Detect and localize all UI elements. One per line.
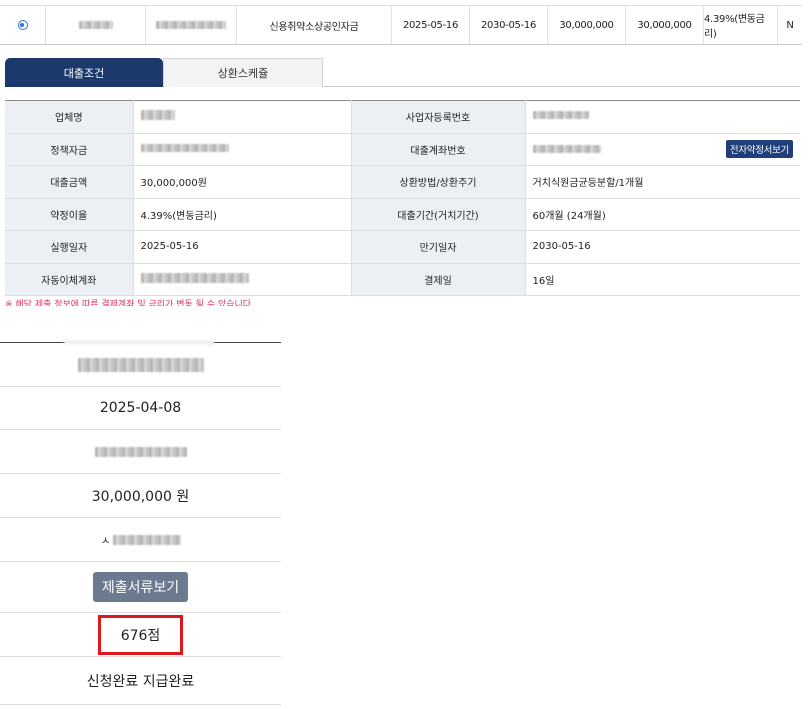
loan-radio[interactable] [0,6,46,44]
tab-loan-conditions[interactable]: 대출조건 [5,58,163,87]
application-status: 신청완료 지급완료 [0,657,281,705]
execution-date-label: 실행일자 [5,230,134,264]
manager-partial-char: ㅅ [100,533,111,547]
policy-fund-label: 정책자금 [5,133,134,166]
loan-row-start-date: 2025-05-16 [392,6,470,44]
redacted-header [64,340,214,345]
loan-account-value: 전자약정서보기 [525,133,800,166]
loan-period-value: 60개월 (24개월) [525,198,800,231]
credit-score: 676점 [97,614,184,655]
bizno-value [525,100,800,134]
application-date: 2025-04-08 [0,387,281,430]
loan-row[interactable]: 신용취약소상공인자금 2025-05-16 2030-05-16 30,000,… [0,5,802,45]
tab-bar: 대출조건 상환스케쥴 [5,58,800,87]
loan-row-rate: 4.39%(변동금리) [704,6,778,44]
maturity-date-label: 만기일자 [351,230,526,264]
interest-rate-value: 4.39%(변동금리) [133,198,352,231]
loan-row-company [146,6,237,44]
redacted-text [140,272,249,283]
redacted-text [78,21,113,29]
redacted-text [112,534,181,545]
loan-row-flag: N [786,19,794,31]
docs-row: 제출서류보기 [0,562,281,613]
company-value [133,100,352,134]
repay-method-value: 거치식원금균등분할/1개월 [525,165,800,199]
manager-row: ㅅ [0,518,281,562]
maturity-date-value: 2030-05-16 [525,230,800,264]
company-label: 업체명 [5,100,134,134]
redacted-text [94,446,187,457]
loan-account-label: 대출계좌번호 [351,133,526,166]
loan-row-end-date: 2030-05-16 [470,6,548,44]
redacted-text [77,357,204,372]
autopay-account-value [133,263,352,296]
payment-day-label: 결제일 [351,263,526,296]
redacted-text [532,145,601,154]
application-detail-list: 2025-04-08 30,000,000 원 ㅅ 제출서류보기 676점 신청… [0,340,281,705]
requested-amount: 30,000,000 원 [0,474,281,518]
interest-rate-label: 약정이율 [5,198,134,231]
credit-score-row: 676점 [0,613,281,657]
payment-day-value: 16일 [525,263,800,296]
loan-row-no [46,6,146,44]
view-submitted-docs-button[interactable]: 제출서류보기 [92,572,189,602]
redacted-text [140,143,229,152]
execution-date-value: 2025-05-16 [133,230,352,264]
loan-amount-label: 대출금액 [5,165,134,199]
redacted-text [156,21,226,29]
policy-fund-value [133,133,352,166]
redacted-text [140,110,175,121]
loan-row-amount2: 30,000,000 [626,6,704,44]
product-row [0,430,281,474]
repay-method-label: 상환방법/상환주기 [351,165,526,199]
applicant-row [0,343,281,387]
loan-period-label: 대출기간(거치기간) [351,198,526,231]
autopay-account-label: 자동이체계좌 [5,263,134,296]
loan-detail-table: 업체명 사업자등록번호 정책자금 대출계좌번호 전자약정서보기 대출금액 30,… [5,100,800,296]
radio-selected-icon[interactable] [17,20,28,30]
redacted-text [532,111,589,120]
notice-text: ※ 해당 제출 정보에 따른 결제계좌 및 금리가 변동 될 수 있습니다. [5,300,254,306]
tab-repayment-schedule[interactable]: 상환스케쥴 [163,58,323,87]
loan-row-amount1: 30,000,000 [548,6,626,44]
bizno-label: 사업자등록번호 [351,100,526,134]
loan-amount-value: 30,000,000원 [133,165,352,199]
econtract-view-button[interactable]: 전자약정서보기 [725,140,793,159]
loan-row-fund: 신용취약소상공인자금 [237,6,392,44]
